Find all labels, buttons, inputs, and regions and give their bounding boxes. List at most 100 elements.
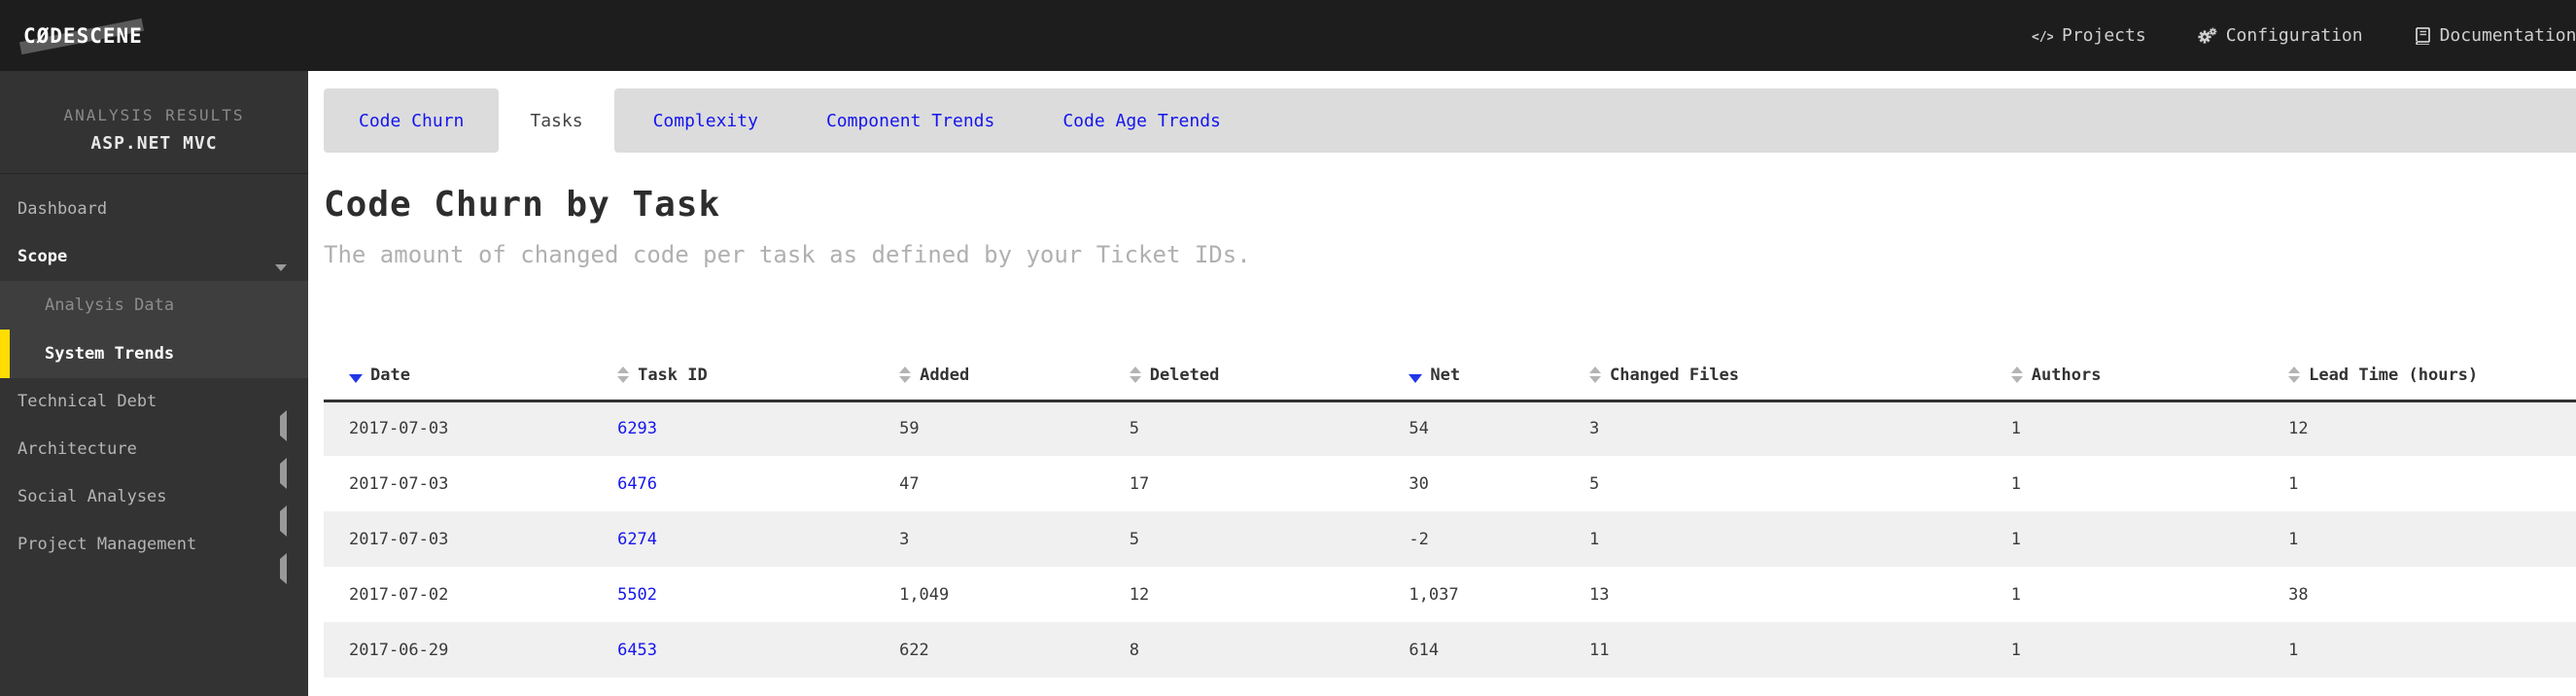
sidebar-item-label: Architecture <box>17 439 137 459</box>
table-row: 2017-07-036476471730511 <box>324 456 2576 511</box>
chevron-left-icon <box>280 545 287 593</box>
topnav-item-label: Configuration <box>2226 25 2363 46</box>
column-header-lead-time-hours-[interactable]: Lead Time (hours) <box>2263 317 2576 400</box>
column-header-changed-files[interactable]: Changed Files <box>1564 317 1986 400</box>
tab-code-age-trends[interactable]: Code Age Trends <box>1062 111 1221 131</box>
codescene-logo[interactable]: CØDESCENE <box>23 14 143 58</box>
column-header-task-id[interactable]: Task ID <box>592 317 874 400</box>
cell-date: 2017-07-03 <box>324 400 592 456</box>
cell-authors: 1 <box>1986 400 2263 456</box>
task-id-link[interactable]: 6274 <box>617 530 657 549</box>
tab-group-right: Complexity Component Trends Code Age Trend… <box>614 88 2576 153</box>
sidebar: ANALYSIS RESULTS ASP.NET MVC Dashboard S… <box>0 71 308 696</box>
cell-date: 2017-07-03 <box>324 456 592 511</box>
column-header-label: Date <box>370 365 410 385</box>
sidebar-item-analysis-data[interactable]: Analysis Data <box>0 281 308 330</box>
table-row: 2017-07-0255021,049121,03713138 <box>324 567 2576 622</box>
cell-deleted: 8 <box>1104 622 1384 678</box>
column-header-label: Lead Time (hours) <box>2309 365 2478 385</box>
cell-lead-time: 1 <box>2263 511 2576 567</box>
cell-added: 1,049 <box>874 567 1104 622</box>
sidebar-item-dashboard[interactable]: Dashboard <box>0 186 308 233</box>
cell-date: 2017-07-03 <box>324 511 592 567</box>
sidebar-kicker: ANALYSIS RESULTS <box>0 106 308 124</box>
cell-net: 1,037 <box>1383 567 1564 622</box>
gears-icon <box>2197 27 2217 45</box>
topnav-item-configuration[interactable]: Configuration <box>2197 25 2363 46</box>
sort-descending-icon <box>1409 374 1422 383</box>
column-header-deleted[interactable]: Deleted <box>1104 317 1384 400</box>
cell-changed-files: 3 <box>1564 400 1986 456</box>
book-icon <box>2414 27 2431 45</box>
sidebar-item-system-trends[interactable]: System Trends <box>0 330 308 378</box>
sidebar-item-label: System Trends <box>45 344 174 364</box>
topnav-item-documentation[interactable]: Documentation <box>2414 25 2576 46</box>
task-id-link[interactable]: 6476 <box>617 474 657 494</box>
task-id-link[interactable]: 6293 <box>617 419 657 438</box>
cell-net: -2 <box>1383 511 1564 567</box>
sort-toggle-icon <box>2288 366 2301 383</box>
cell-lead-time: 12 <box>2263 400 2576 456</box>
sidebar-item-label: Dashboard <box>17 199 107 219</box>
svg-text:</>: </> <box>2032 30 2053 44</box>
column-header-label: Deleted <box>1150 365 1220 385</box>
cell-date: 2017-06-29 <box>324 622 592 678</box>
column-header-net[interactable]: Net <box>1383 317 1564 400</box>
sort-toggle-icon <box>617 366 630 383</box>
cell-added: 622 <box>874 622 1104 678</box>
cell-authors: 1 <box>1986 567 2263 622</box>
column-header-label: Net <box>1430 365 1460 385</box>
sort-toggle-icon <box>2011 366 2024 383</box>
topnav-item-label: Documentation <box>2440 25 2576 46</box>
column-header-added[interactable]: Added <box>874 317 1104 400</box>
cell-lead-time: 38 <box>2263 567 2576 622</box>
cell-added: 59 <box>874 400 1104 456</box>
cell-task-id: 6476 <box>592 456 874 511</box>
topnav-item-projects[interactable]: </> Projects <box>2032 25 2146 46</box>
sort-toggle-icon <box>1130 366 1142 383</box>
tab-bar: Code ChurnTasks Complexity Component Trend… <box>324 88 2576 153</box>
cell-lead-time: 1 <box>2263 456 2576 511</box>
top-navigation: </> Projects Configuration Documentation <box>2032 0 2576 71</box>
tab-component-trends[interactable]: Component Trends <box>826 111 994 131</box>
column-header-label: Changed Files <box>1610 365 1739 385</box>
table-row: 2017-06-29645362286141111 <box>324 622 2576 678</box>
page-subtitle: The amount of changed code per task as d… <box>324 241 2576 268</box>
cell-net: 614 <box>1383 622 1564 678</box>
cell-task-id: 6293 <box>592 400 874 456</box>
task-id-link[interactable]: 5502 <box>617 585 657 605</box>
cell-added: 3 <box>874 511 1104 567</box>
cell-deleted: 12 <box>1104 567 1384 622</box>
cell-authors: 1 <box>1986 456 2263 511</box>
task-id-link[interactable]: 6453 <box>617 641 657 660</box>
sidebar-item-label: Analysis Data <box>45 296 174 315</box>
code-churn-table: Date Task ID Added Deleted Net Changed F… <box>324 317 2576 678</box>
sidebar-project-name: ASP.NET MVC <box>0 133 308 154</box>
sidebar-item-architecture[interactable]: Architecture <box>0 426 308 473</box>
cell-deleted: 5 <box>1104 400 1384 456</box>
sidebar-item-project-management[interactable]: Project Management <box>0 521 308 569</box>
sidebar-item-scope[interactable]: Scope <box>0 233 308 281</box>
cell-changed-files: 1 <box>1564 511 1986 567</box>
tab-code-churn[interactable]: Code Churn <box>324 88 499 153</box>
sidebar-menu: Dashboard Scope Analysis Data System Tre… <box>0 174 308 569</box>
tab-tasks[interactable]: Tasks <box>499 88 613 153</box>
column-header-label: Authors <box>2032 365 2102 385</box>
sidebar-item-label: Technical Debt <box>17 392 157 411</box>
sidebar-item-technical-debt[interactable]: Technical Debt <box>0 378 308 426</box>
sort-toggle-icon <box>899 366 912 383</box>
sidebar-item-label: Project Management <box>17 535 196 554</box>
tab-complexity[interactable]: Complexity <box>653 111 758 131</box>
sidebar-item-social-analyses[interactable]: Social Analyses <box>0 473 308 521</box>
sort-descending-icon <box>349 374 363 383</box>
code-icon: </> <box>2032 28 2053 44</box>
column-header-authors[interactable]: Authors <box>1986 317 2263 400</box>
column-header-date[interactable]: Date <box>324 317 592 400</box>
cell-authors: 1 <box>1986 511 2263 567</box>
cell-task-id: 5502 <box>592 567 874 622</box>
cell-changed-files: 13 <box>1564 567 1986 622</box>
sort-toggle-icon <box>1589 366 1602 383</box>
column-header-label: Task ID <box>638 365 708 385</box>
cell-task-id: 6453 <box>592 622 874 678</box>
table-header-row: Date Task ID Added Deleted Net Changed F… <box>324 317 2576 400</box>
